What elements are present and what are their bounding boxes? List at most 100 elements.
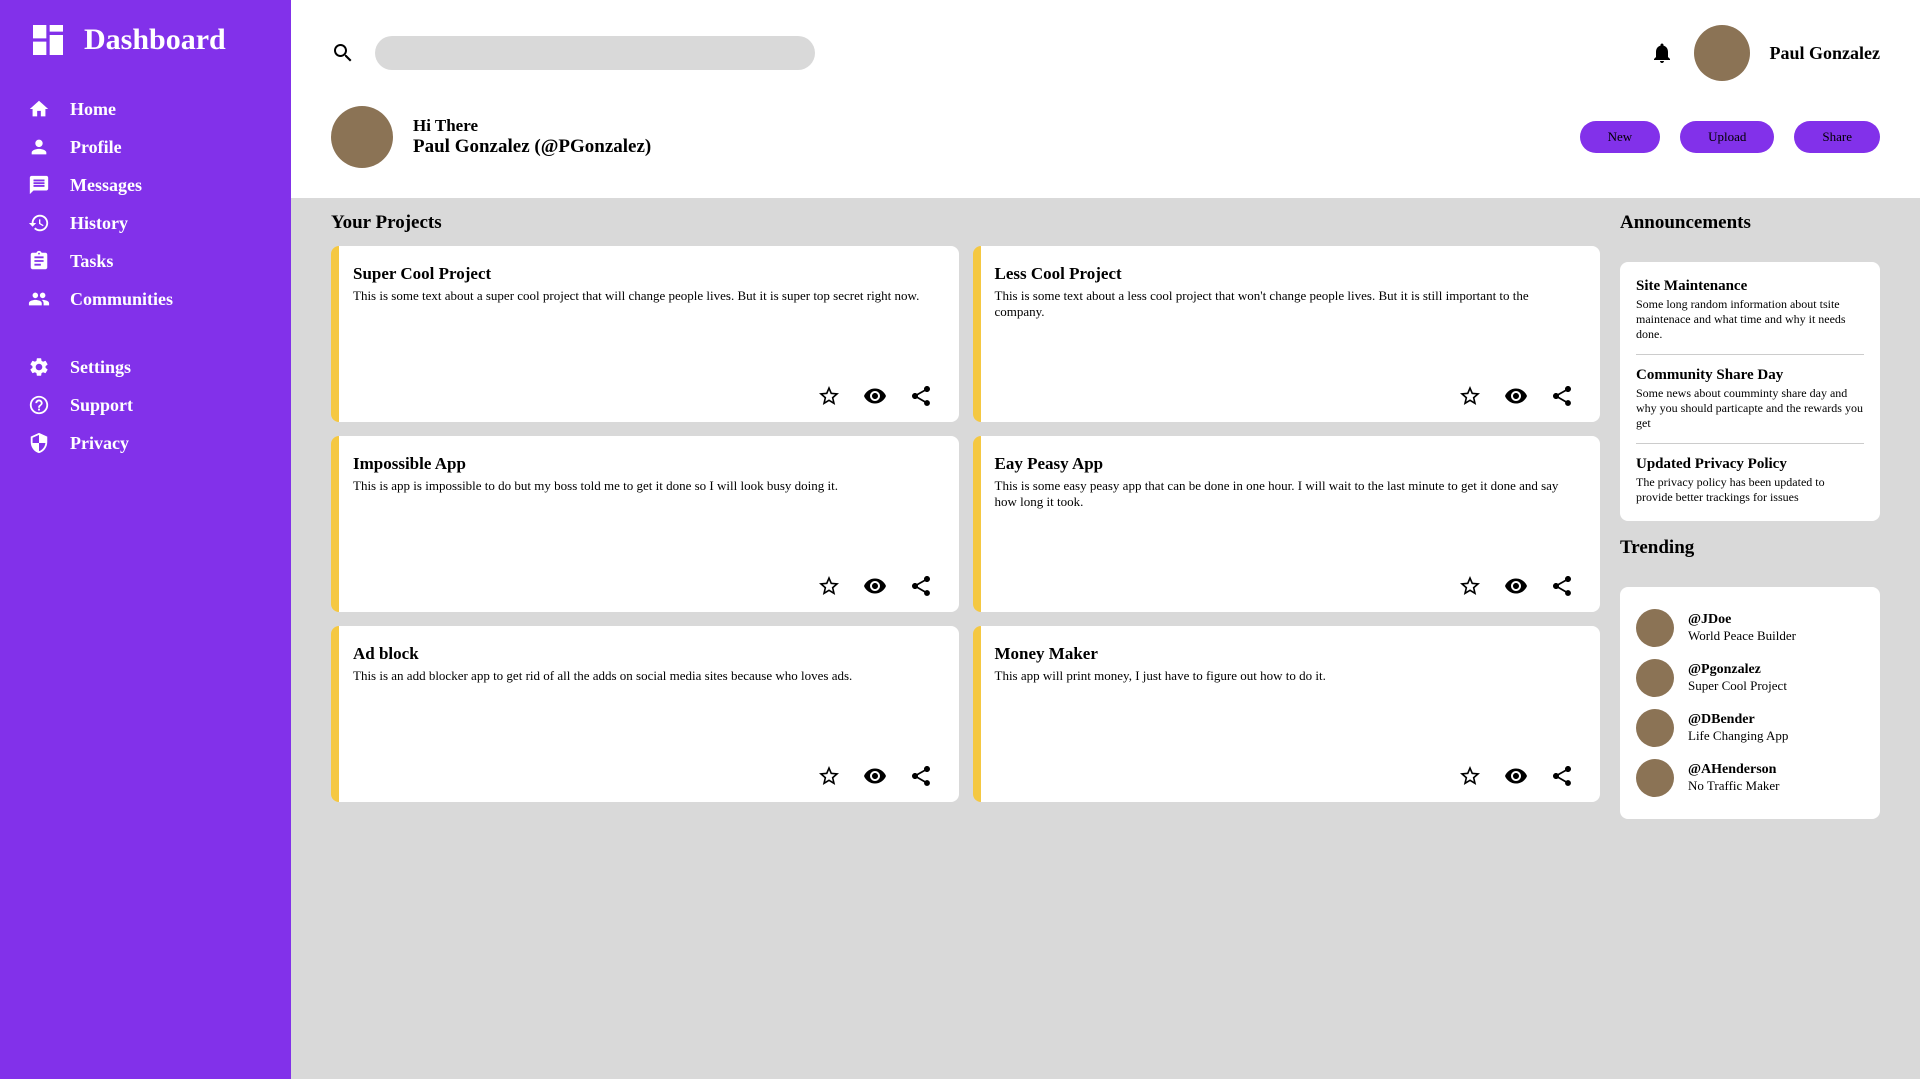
eye-icon[interactable] [863, 384, 887, 408]
share-icon[interactable] [909, 574, 933, 598]
trending-project: World Peace Builder [1688, 628, 1796, 644]
avatar[interactable] [1694, 25, 1750, 81]
announcement-title: Site Maintenance [1636, 278, 1864, 295]
share-button[interactable]: Share [1794, 121, 1880, 153]
announcements-panel: Site MaintenanceSome long random informa… [1620, 262, 1880, 521]
nav-label: Settings [70, 357, 131, 378]
sidebar-item-profile[interactable]: Profile [0, 128, 291, 166]
eye-icon[interactable] [1504, 384, 1528, 408]
announcement-body: Some news about coumminty share day and … [1636, 386, 1864, 431]
star-icon[interactable] [817, 574, 841, 598]
card-actions [995, 574, 1575, 598]
avatar [1636, 609, 1674, 647]
project-title: Money Maker [995, 644, 1575, 664]
side-panels: Announcements Site MaintenanceSome long … [1620, 212, 1880, 1065]
card-actions [995, 384, 1575, 408]
share-icon[interactable] [909, 384, 933, 408]
nav-label: Communities [70, 289, 173, 310]
greeting-text: Hi There Paul Gonzalez (@PGonzalez) [413, 116, 651, 158]
eye-icon[interactable] [863, 574, 887, 598]
sidebar-item-messages[interactable]: Messages [0, 166, 291, 204]
nav-secondary: Settings Support Privacy [0, 348, 291, 462]
project-desc: This is app is impossible to do but my b… [353, 478, 933, 574]
project-card: Eay Peasy App This is some easy peasy ap… [973, 436, 1601, 612]
project-title: Eay Peasy App [995, 454, 1575, 474]
communities-icon [28, 288, 50, 310]
header-user-name: Paul Gonzalez [1770, 43, 1881, 64]
projects-title: Your Projects [331, 212, 1600, 234]
project-card: Super Cool Project This is some text abo… [331, 246, 959, 422]
nav-label: Tasks [70, 251, 113, 272]
projects-area: Your Projects Super Cool Project This is… [331, 212, 1600, 1065]
logo-section: Dashboard [0, 20, 291, 90]
project-title: Super Cool Project [353, 264, 933, 284]
announcement-item: Site MaintenanceSome long random informa… [1636, 278, 1864, 342]
share-icon[interactable] [1550, 764, 1574, 788]
home-icon [28, 98, 50, 120]
trending-project: Life Changing App [1688, 728, 1788, 744]
app-title: Dashboard [84, 23, 226, 57]
support-icon [28, 394, 50, 416]
search-icon[interactable] [331, 41, 355, 65]
dashboard-icon [28, 20, 68, 60]
trending-item[interactable]: @AHendersonNo Traffic Maker [1636, 753, 1864, 803]
trending-project: Super Cool Project [1688, 678, 1787, 694]
trending-item[interactable]: @JDoeWorld Peace Builder [1636, 603, 1864, 653]
card-actions [353, 574, 933, 598]
announcement-title: Updated Privacy Policy [1636, 456, 1864, 473]
project-desc: This is some easy peasy app that can be … [995, 478, 1575, 574]
project-desc: This app will print money, I just have t… [995, 668, 1575, 764]
star-icon[interactable] [817, 764, 841, 788]
sidebar-item-home[interactable]: Home [0, 90, 291, 128]
eye-icon[interactable] [1504, 574, 1528, 598]
trending-project: No Traffic Maker [1688, 778, 1779, 794]
header-right: Paul Gonzalez [1650, 25, 1881, 81]
projects-grid: Super Cool Project This is some text abo… [331, 246, 1600, 802]
search-input[interactable] [375, 36, 815, 70]
trending-item[interactable]: @DBenderLife Changing App [1636, 703, 1864, 753]
project-card: Ad block This is an add blocker app to g… [331, 626, 959, 802]
project-title: Less Cool Project [995, 264, 1575, 284]
share-icon[interactable] [1550, 574, 1574, 598]
card-actions [353, 384, 933, 408]
trending-handle: @Pgonzalez [1688, 662, 1787, 678]
settings-icon [28, 356, 50, 378]
action-buttons: New Upload Share [1580, 121, 1880, 153]
greeting-hi: Hi There [413, 116, 651, 136]
sidebar-item-communities[interactable]: Communities [0, 280, 291, 318]
announcement-item: Community Share DaySome news about coumm… [1636, 367, 1864, 431]
bell-icon[interactable] [1650, 41, 1674, 65]
announcements-title: Announcements [1620, 212, 1880, 234]
project-card: Impossible App This is app is impossible… [331, 436, 959, 612]
upload-button[interactable]: Upload [1680, 121, 1774, 153]
project-card: Money Maker This app will print money, I… [973, 626, 1601, 802]
nav-label: History [70, 213, 128, 234]
share-icon[interactable] [909, 764, 933, 788]
sidebar-item-settings[interactable]: Settings [0, 348, 291, 386]
sidebar-item-tasks[interactable]: Tasks [0, 242, 291, 280]
sidebar-item-support[interactable]: Support [0, 386, 291, 424]
star-icon[interactable] [1458, 384, 1482, 408]
nav-label: Profile [70, 137, 122, 158]
nav-label: Privacy [70, 433, 129, 454]
new-button[interactable]: New [1580, 121, 1661, 153]
project-desc: This is some text about a less cool proj… [995, 288, 1575, 384]
project-title: Impossible App [353, 454, 933, 474]
share-icon[interactable] [1550, 384, 1574, 408]
eye-icon[interactable] [863, 764, 887, 788]
trending-item[interactable]: @PgonzalezSuper Cool Project [1636, 653, 1864, 703]
eye-icon[interactable] [1504, 764, 1528, 788]
nav-label: Home [70, 99, 116, 120]
avatar[interactable] [331, 106, 393, 168]
project-desc: This is some text about a super cool pro… [353, 288, 933, 384]
search-wrap [331, 36, 1630, 70]
sidebar-item-privacy[interactable]: Privacy [0, 424, 291, 462]
star-icon[interactable] [817, 384, 841, 408]
trending-handle: @JDoe [1688, 612, 1796, 628]
star-icon[interactable] [1458, 574, 1482, 598]
main: Paul Gonzalez Hi There Paul Gonzalez (@P… [291, 0, 1920, 1079]
sidebar-item-history[interactable]: History [0, 204, 291, 242]
tasks-icon [28, 250, 50, 272]
trending-handle: @DBender [1688, 712, 1788, 728]
star-icon[interactable] [1458, 764, 1482, 788]
